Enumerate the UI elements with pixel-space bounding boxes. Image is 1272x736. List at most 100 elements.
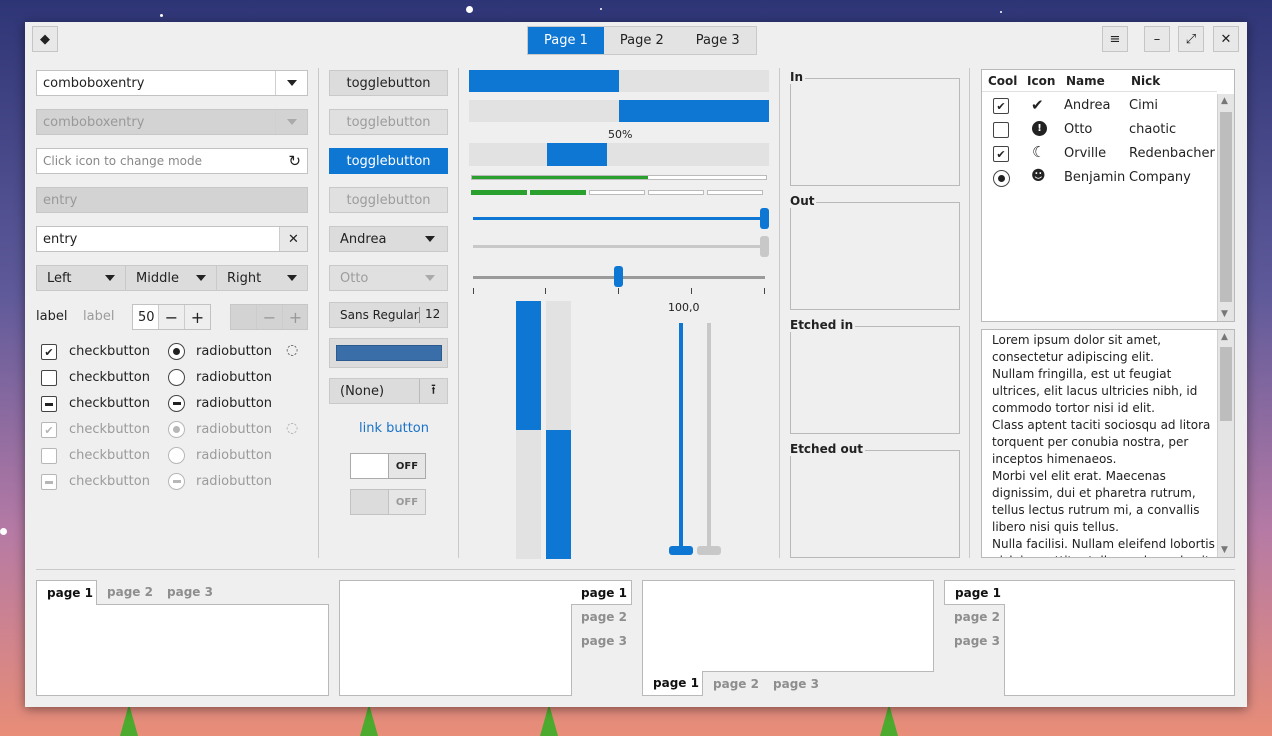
vertical-progress <box>516 301 541 559</box>
link-button[interactable]: link button <box>359 421 429 436</box>
clear-icon[interactable]: ✕ <box>279 227 307 251</box>
chevron-down-icon <box>196 275 206 281</box>
close-icon[interactable]: ✕ <box>1213 26 1239 52</box>
radiobutton-label: radiobutton <box>196 370 273 385</box>
scrollbar-thumb[interactable] <box>1220 112 1232 302</box>
tree-row[interactable]: ☻ Benjamin Company <box>982 166 1217 190</box>
frame-label: Etched out <box>790 442 866 456</box>
font-button[interactable]: Sans Regular 12 <box>329 302 448 328</box>
combo-andrea-label: Andrea <box>340 231 387 247</box>
hamburger-icon[interactable]: ≡ <box>1102 26 1128 52</box>
spin-button[interactable]: 50 − + <box>132 304 211 330</box>
app-icon[interactable]: ◆ <box>32 26 58 52</box>
plus-icon[interactable]: + <box>184 305 210 329</box>
tab-page-3[interactable]: Page 3 <box>679 27 756 54</box>
tree-view[interactable]: Cool Icon Name Nick ✔ ✔ Andrea Cimi ! Ot… <box>981 69 1235 322</box>
scroll-down-icon[interactable]: ▼ <box>1221 545 1228 555</box>
radio-selected[interactable] <box>168 343 185 360</box>
combo-left[interactable]: Left <box>36 265 125 291</box>
togglebutton[interactable]: togglebutton <box>329 70 448 96</box>
scale-handle-disabled <box>760 236 769 257</box>
checkbox-checked[interactable]: ✔ <box>41 344 57 360</box>
text-view[interactable]: Lorem ipsum dolor sit amet, consectetur a… <box>981 329 1235 558</box>
scroll-up-icon[interactable]: ▲ <box>1221 96 1228 106</box>
checkbox-inconsistent[interactable] <box>41 396 57 412</box>
text-line: Nullam fringilla, est ut feugiat <box>992 367 1172 381</box>
combobox-entry-disabled: comboboxentry <box>36 109 308 135</box>
mode-entry[interactable]: Click icon to change mode ↻ <box>36 148 308 174</box>
column-header-icon[interactable]: Icon <box>1027 74 1055 88</box>
scroll-up-icon[interactable]: ▲ <box>1221 332 1228 342</box>
scale-handle[interactable] <box>614 266 623 287</box>
tab-page-1[interactable]: page 1 <box>642 671 703 696</box>
checkbox-unchecked-disabled <box>41 448 57 464</box>
tab-page-2[interactable]: page 2 <box>107 585 153 599</box>
combo-right[interactable]: Right <box>216 265 308 291</box>
scrollbar-thumb[interactable] <box>1220 347 1232 421</box>
checkbox-unchecked[interactable] <box>41 370 57 386</box>
minus-icon[interactable]: − <box>158 305 184 329</box>
text-entry-value: entry <box>43 231 78 247</box>
tab-page-2[interactable]: Page 2 <box>603 27 680 54</box>
vertical-scale-handle[interactable] <box>669 546 693 555</box>
combobox-entry[interactable]: comboboxentry <box>36 70 308 96</box>
checkbutton-label: checkbutton <box>69 344 150 359</box>
page-switcher: Page 1 Page 2 Page 3 <box>527 26 757 55</box>
switch-off[interactable]: OFF <box>350 453 426 479</box>
chevron-down-icon[interactable] <box>275 71 307 95</box>
tab-page-2[interactable]: page 2 <box>581 610 627 624</box>
cool-checkbox[interactable]: ✔ <box>993 146 1009 162</box>
tree-row[interactable]: ✔ ✔ Andrea Cimi <box>982 94 1217 118</box>
cool-radio[interactable] <box>993 170 1010 187</box>
tab-page-1[interactable]: page 1 <box>944 580 1005 605</box>
progress-bar <box>469 70 769 92</box>
tree-row[interactable]: ✔ ☾ Orville Redenbacher <box>982 142 1217 166</box>
combo-andrea[interactable]: Andrea <box>329 226 448 252</box>
refresh-icon[interactable]: ↻ <box>288 152 301 170</box>
file-chooser-button[interactable]: (None) ⭱ <box>329 378 448 404</box>
wallpaper-star <box>160 14 163 17</box>
text-entry[interactable]: entry ✕ <box>36 226 308 252</box>
cool-checkbox[interactable] <box>993 122 1009 138</box>
radio-unselected[interactable] <box>168 369 185 386</box>
togglebutton-disabled: togglebutton <box>329 109 448 135</box>
scroll-down-icon[interactable]: ▼ <box>1221 309 1228 319</box>
togglebutton-active[interactable]: togglebutton <box>329 148 448 174</box>
tab-page-3[interactable]: page 3 <box>167 585 213 599</box>
tab-page-1[interactable]: page 1 <box>571 580 632 605</box>
chevron-down-icon <box>105 275 115 281</box>
checkbutton-label: checkbutton <box>69 448 150 463</box>
tab-page-3[interactable]: page 3 <box>954 634 1000 648</box>
tab-page-3[interactable]: page 3 <box>581 634 627 648</box>
entry-disabled: entry <box>36 187 308 213</box>
wallpaper-star <box>0 528 7 535</box>
column-header-nick[interactable]: Nick <box>1131 74 1160 88</box>
tab-page-2[interactable]: page 2 <box>954 610 1000 624</box>
maximize-icon[interactable]: ⤢ <box>1178 26 1204 52</box>
cool-checkbox[interactable]: ✔ <box>993 98 1009 114</box>
column-header-cool[interactable]: Cool <box>988 74 1017 88</box>
color-button[interactable] <box>329 338 448 368</box>
scale-track[interactable] <box>473 217 765 220</box>
radiobutton-label: radiobutton <box>196 396 273 411</box>
wallpaper-grass <box>120 704 138 736</box>
combo-middle[interactable]: Middle <box>125 265 216 291</box>
level-fill <box>472 176 648 179</box>
scrollbar[interactable]: ▲ ▼ <box>1217 94 1234 321</box>
spin-value: 50 <box>138 309 155 325</box>
tab-page-3[interactable]: page 3 <box>773 677 819 691</box>
radio-inconsistent[interactable] <box>168 395 185 412</box>
tab-page-2[interactable]: page 2 <box>713 677 759 691</box>
text-line: nisl, in porttitor tellus malesuada vita… <box>992 553 1224 557</box>
tab-page-1[interactable]: Page 1 <box>528 27 604 54</box>
scrollbar[interactable]: ▲ ▼ <box>1217 330 1234 557</box>
tree-row[interactable]: ! Otto chaotic <box>982 118 1217 142</box>
file-name: (None) <box>340 383 385 399</box>
scale-handle[interactable] <box>760 208 769 229</box>
switch-label: OFF <box>388 490 425 514</box>
vertical-scale-track[interactable] <box>679 323 683 549</box>
minimize-icon[interactable]: – <box>1144 26 1170 52</box>
wallpaper-star <box>600 8 602 10</box>
tab-page-1[interactable]: page 1 <box>36 580 97 605</box>
column-header-name[interactable]: Name <box>1066 74 1105 88</box>
